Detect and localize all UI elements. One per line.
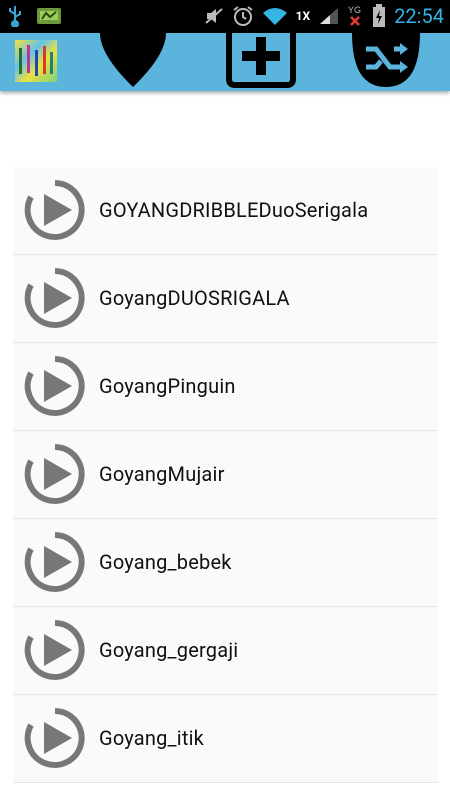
list-item[interactable]: Goyang_bebek — [13, 519, 438, 607]
signal-icon — [320, 8, 339, 24]
play-icon[interactable] — [22, 353, 88, 419]
shuffle-icon — [352, 33, 420, 87]
favorite-heart-icon — [100, 33, 166, 87]
clock: 22:54 — [394, 4, 444, 28]
song-title: Goyang_gergaji — [99, 638, 239, 662]
favorite-button[interactable] — [98, 33, 168, 91]
data-off-icon: YG — [348, 5, 361, 26]
song-title: GoyangDUOSRIGALA — [99, 286, 290, 310]
song-title: GoyangPinguin — [99, 374, 236, 398]
song-title: GOYANGDRIBBLEDuoSerigala — [99, 198, 369, 222]
play-icon[interactable] — [22, 265, 88, 331]
list-item[interactable]: GoyangPinguin — [13, 343, 438, 431]
svg-text:YG: YG — [348, 5, 361, 15]
play-icon[interactable] — [22, 441, 88, 507]
action-bar — [0, 33, 450, 91]
battery-icon — [373, 4, 386, 27]
list-item[interactable]: GOYANGDRIBBLEDuoSerigala — [13, 167, 438, 255]
mute-icon — [205, 8, 223, 24]
play-icon[interactable] — [22, 617, 88, 683]
speed-label: 1X — [295, 9, 311, 23]
status-left-icons — [8, 5, 62, 27]
app-logo[interactable] — [15, 40, 57, 82]
play-icon[interactable] — [22, 529, 88, 595]
list-item[interactable]: GoyangDUOSRIGALA — [13, 255, 438, 343]
usb-icon — [9, 6, 21, 27]
sd-card-icon — [37, 8, 61, 24]
shuffle-button[interactable] — [350, 33, 422, 91]
song-title: Goyang_itik — [99, 726, 204, 750]
play-icon[interactable] — [22, 177, 88, 243]
status-right-icons: 1X YG 22:54 — [204, 3, 444, 29]
list-item[interactable]: Goyang_gergaji — [13, 607, 438, 695]
status-bar: 1X YG 22:54 — [0, 0, 450, 33]
play-icon[interactable] — [22, 705, 88, 771]
song-list: GOYANGDRIBBLEDuoSerigala GoyangDUOSRIGAL… — [13, 167, 438, 783]
add-button[interactable] — [226, 33, 296, 91]
add-icon — [226, 33, 296, 88]
song-title: GoyangMujair — [99, 462, 225, 486]
song-title: Goyang_bebek — [99, 550, 232, 574]
alarm-icon — [233, 6, 253, 26]
list-item[interactable]: Goyang_itik — [13, 695, 438, 783]
list-item[interactable]: GoyangMujair — [13, 431, 438, 519]
wifi-icon — [262, 8, 287, 25]
